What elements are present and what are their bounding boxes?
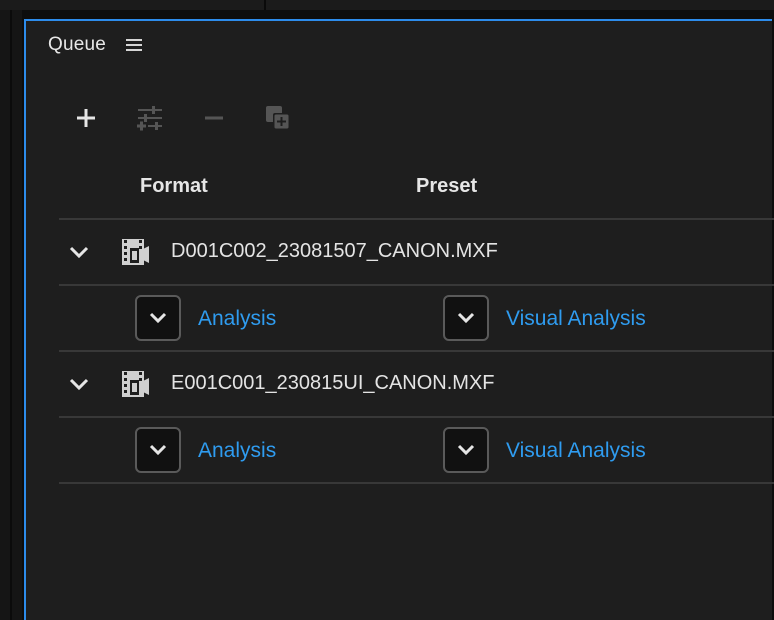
remove-button[interactable] (196, 103, 232, 133)
minus-icon (205, 116, 223, 120)
queue-list: D001C002_23081507_CANON.MXF Analysis Vis… (59, 218, 774, 484)
column-headers: Format Preset (26, 175, 772, 205)
queue-output-row: Analysis Visual Analysis (59, 286, 774, 350)
row-divider (59, 482, 774, 484)
chevron-down-icon (149, 444, 167, 456)
hamburger-menu-icon[interactable] (126, 39, 143, 51)
plus-icon (77, 109, 95, 127)
format-dropdown-button[interactable] (135, 295, 181, 341)
video-clip-icon (122, 371, 149, 397)
preset-dropdown-button[interactable] (443, 295, 489, 341)
add-source-button[interactable] (68, 103, 104, 133)
left-panel-strip (0, 10, 22, 620)
format-link[interactable]: Analysis (198, 307, 276, 331)
queue-source-row[interactable]: D001C002_23081507_CANON.MXF (59, 220, 774, 284)
queue-panel: Queue Format Preset D001C002_23081507_CA… (24, 19, 774, 620)
sliders-icon (137, 106, 162, 131)
video-clip-icon (122, 239, 149, 265)
left-strip-divider (10, 10, 12, 620)
queue-toolbar (68, 103, 324, 133)
chevron-down-icon (149, 312, 167, 324)
top-strip-separator (264, 0, 266, 10)
chevron-down-icon[interactable] (68, 373, 90, 395)
panel-header: Queue (48, 33, 143, 57)
chevron-down-icon (457, 312, 475, 324)
duplicate-button[interactable] (260, 103, 296, 133)
format-link[interactable]: Analysis (198, 439, 276, 463)
chevron-down-icon (457, 444, 475, 456)
queue-output-row: Analysis Visual Analysis (59, 418, 774, 482)
source-file-name[interactable]: D001C002_23081507_CANON.MXF (171, 240, 498, 263)
duplicate-icon (266, 106, 290, 130)
queue-source-row[interactable]: E001C001_230815UI_CANON.MXF (59, 352, 774, 416)
preset-link[interactable]: Visual Analysis (506, 307, 646, 331)
source-file-name[interactable]: E001C001_230815UI_CANON.MXF (171, 372, 495, 395)
preset-column-header: Preset (416, 175, 478, 197)
preset-dropdown-button[interactable] (443, 427, 489, 473)
chevron-down-icon[interactable] (68, 241, 90, 263)
format-dropdown-button[interactable] (135, 427, 181, 473)
preset-link[interactable]: Visual Analysis (506, 439, 646, 463)
top-panel-strip (0, 0, 774, 10)
format-column-header: Format (140, 175, 208, 197)
panel-title[interactable]: Queue (48, 34, 106, 56)
queue-settings-button[interactable] (132, 103, 168, 133)
